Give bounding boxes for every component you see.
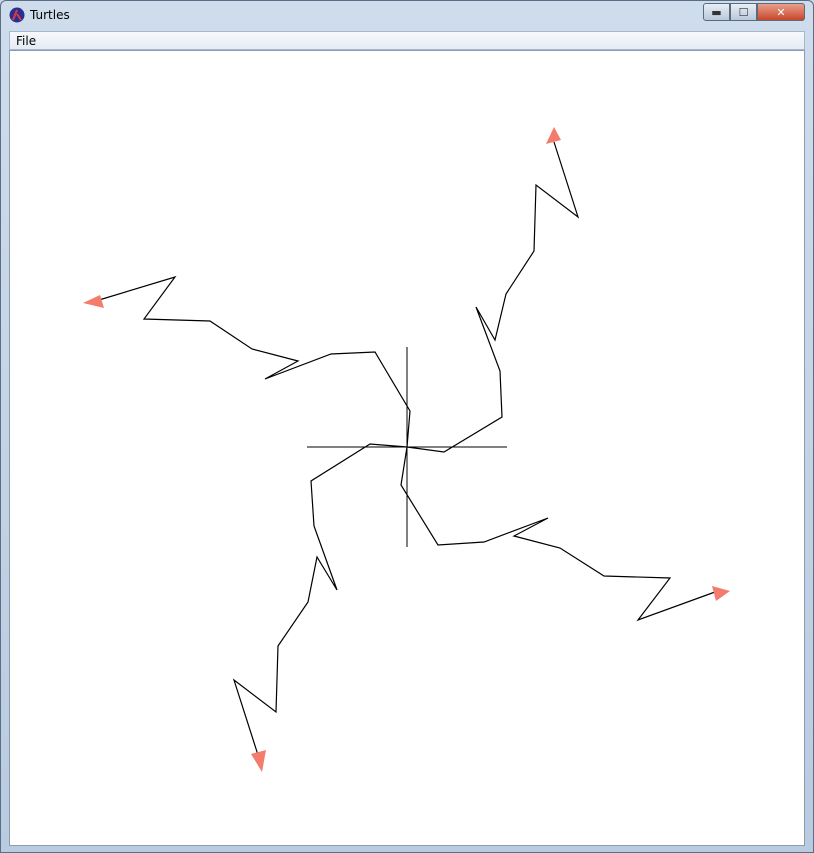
menu-file[interactable]: File xyxy=(16,34,36,48)
menu-bar: File xyxy=(9,31,805,50)
turtle-drawing xyxy=(83,127,730,772)
turtle-icon-2 xyxy=(251,750,266,772)
turtle-icon-0 xyxy=(546,127,561,144)
turtle-icon-3 xyxy=(83,295,104,308)
turtle-path-3 xyxy=(98,275,411,448)
minimize-button[interactable]: ▬ xyxy=(703,3,730,21)
turtle-path-1 xyxy=(400,446,716,622)
turtle-path-2 xyxy=(232,443,408,756)
close-button[interactable]: ✕ xyxy=(757,3,805,21)
turtle-path-0 xyxy=(406,141,580,453)
lambda-icon xyxy=(9,7,25,23)
turtle-icon-1 xyxy=(712,586,730,601)
window-title: Turtles xyxy=(30,8,70,22)
app-window: Turtles ▬ ☐ ✕ File xyxy=(0,0,814,853)
title-bar[interactable]: Turtles ▬ ☐ ✕ xyxy=(1,1,813,29)
turtle-canvas[interactable] xyxy=(9,50,805,846)
maximize-button[interactable]: ☐ xyxy=(730,3,757,21)
